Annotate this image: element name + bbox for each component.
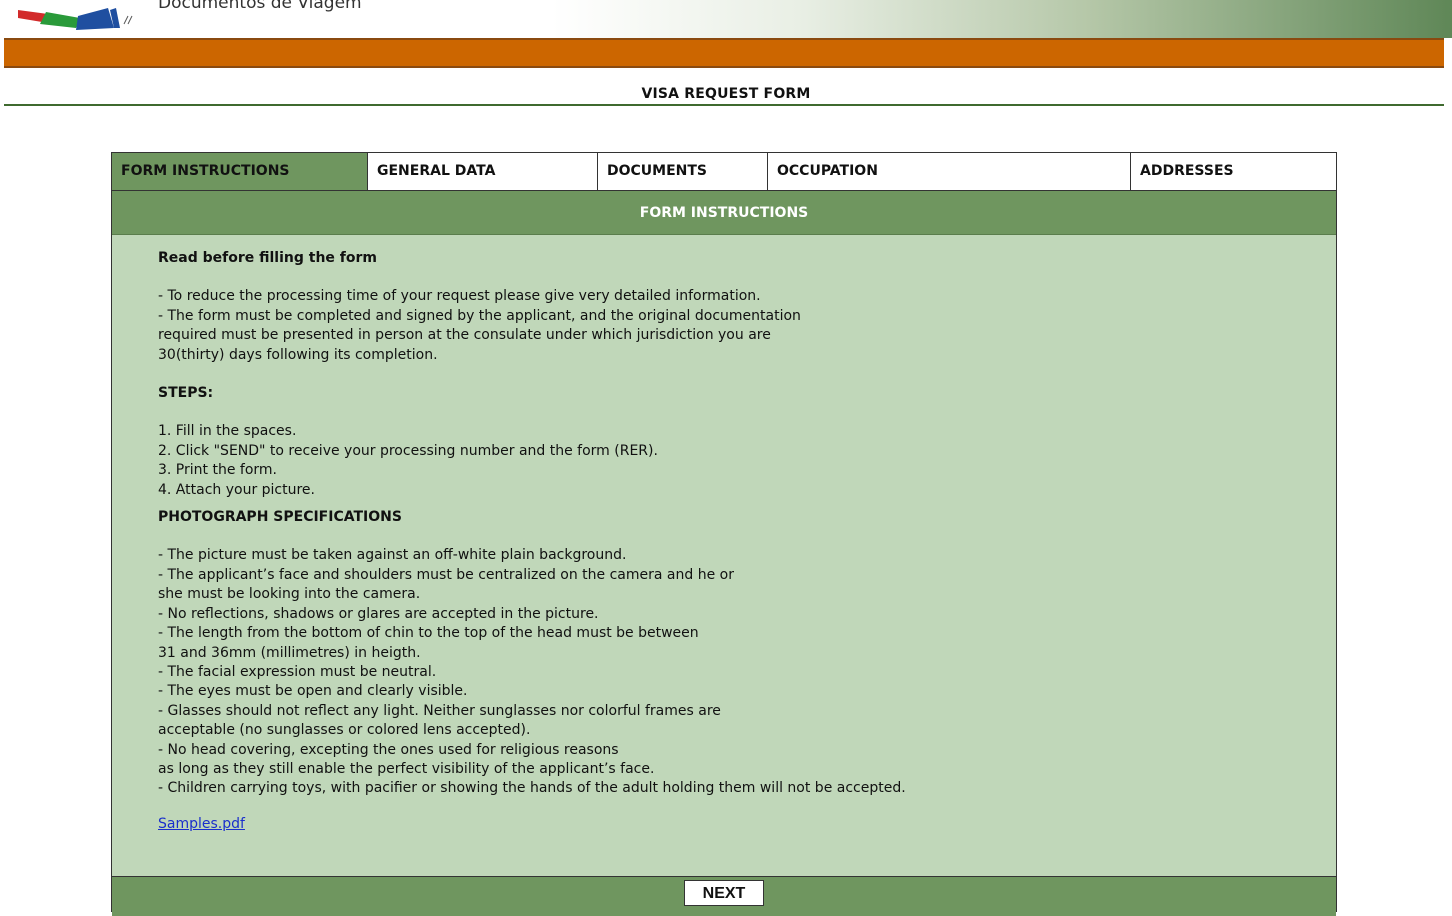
form-footer: NEXT — [112, 876, 1336, 916]
site-title: Documentos de Viagem — [158, 0, 362, 13]
instructions-content: Read before filling the form - To reduce… — [158, 249, 1308, 834]
next-button[interactable]: NEXT — [684, 880, 764, 906]
section-header: FORM INSTRUCTIONS — [112, 191, 1336, 235]
photo-specs-heading: PHOTOGRAPH SPECIFICATIONS — [158, 509, 402, 526]
form-container: FORM INSTRUCTIONS GENERAL DATA DOCUMENTS… — [111, 152, 1337, 916]
steps-list: 1. Fill in the spaces. 2. Click "SEND" t… — [158, 423, 658, 498]
steps-heading: STEPS: — [158, 385, 214, 402]
page-title: VISA REQUEST FORM — [641, 86, 811, 102]
flag-stripes-logo-icon — [18, 8, 133, 30]
top-banner: Documentos de Viagem — [0, 0, 1452, 38]
tab-documents[interactable]: DOCUMENTS — [598, 153, 768, 190]
tab-bar: FORM INSTRUCTIONS GENERAL DATA DOCUMENTS… — [112, 153, 1336, 191]
orange-header-bar — [4, 38, 1444, 68]
read-before-text: - To reduce the processing time of your … — [158, 288, 801, 363]
tab-general-data[interactable]: GENERAL DATA — [368, 153, 598, 190]
tab-addresses[interactable]: ADDRESSES — [1131, 153, 1336, 190]
tab-form-instructions[interactable]: FORM INSTRUCTIONS — [112, 153, 368, 190]
tab-occupation[interactable]: OCCUPATION — [768, 153, 1131, 190]
samples-pdf-link[interactable]: Samples.pdf — [158, 816, 245, 832]
heading-divider — [4, 104, 1444, 106]
photo-specs-list: - The picture must be taken against an o… — [158, 547, 906, 797]
read-before-heading: Read before filling the form — [158, 250, 377, 266]
